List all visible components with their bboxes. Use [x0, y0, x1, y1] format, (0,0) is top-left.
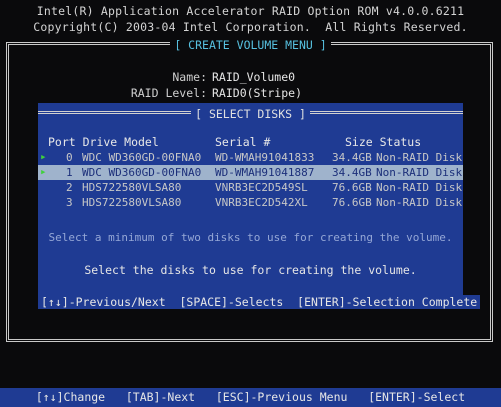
disk-row-highlighted[interactable]: ▸ 1 WDC WD360GD-00FNA0 WD-WMAH91041887 3… — [38, 165, 463, 180]
copyright-line: Copyright(C) 2003-04 Intel Corporation. … — [33, 20, 468, 34]
col-size-status: Size Status — [345, 135, 422, 149]
panel-key-help: [↑↓]-Previous/Next [SPACE]-Selects [ENTE… — [38, 295, 481, 309]
panel-keys-bar: [↑↓]-Previous/Next [SPACE]-Selects [ENTE… — [38, 291, 481, 310]
disk-port: 0 — [66, 151, 73, 164]
disk-port: 1 — [66, 166, 73, 179]
create-volume-title: [ CREATE VOLUME MENU ] — [170, 38, 331, 52]
disk-list: ▸ 0 WDC WD360GD-00FNA0 WD-WMAH91041833 3… — [38, 150, 463, 210]
disk-model: HDS722580VLSA80 — [82, 181, 182, 194]
raid-level-value[interactable]: RAID0(Stripe) — [212, 86, 302, 100]
disk-status: Non-RAID Disk — [376, 196, 463, 209]
disk-row[interactable]: 3 HDS722580VLSA80 VNRB3EC2D542XL 76.6GB … — [38, 195, 463, 210]
raid-level-label: RAID Level: — [130, 86, 207, 100]
disk-model: WDC WD360GD-00FNA0 — [82, 151, 202, 164]
col-serial: Serial # — [215, 135, 271, 149]
select-disks-instruction: Select the disks to use for creating the… — [84, 263, 417, 277]
disk-size: 76.6GB — [332, 181, 372, 194]
create-volume-title-bar: [ CREATE VOLUME MENU ] — [0, 34, 501, 53]
disk-serial: WD-WMAH91041887 — [215, 166, 315, 179]
rom-title: Intel(R) Application Accelerator RAID Op… — [36, 4, 465, 18]
name-label: Name: — [172, 70, 207, 84]
disk-size: 76.6GB — [332, 196, 372, 209]
col-port-drive-model: Port Drive Model — [48, 135, 159, 149]
disk-model: HDS722580VLSA80 — [82, 196, 182, 209]
select-disks-title-bar: [ SELECT DISKS ] — [38, 103, 463, 122]
selected-marker-icon: ▸ — [40, 150, 47, 163]
disk-serial: VNRB3EC2D542XL — [215, 196, 308, 209]
disk-port: 2 — [66, 181, 73, 194]
disk-size: 34.4GB — [332, 166, 372, 179]
selected-marker-icon: ▸ — [40, 165, 47, 178]
disk-port: 3 — [66, 196, 73, 209]
disk-serial: VNRB3EC2D549SL — [215, 181, 308, 194]
select-disks-panel: [ SELECT DISKS ] Port Drive Model Serial… — [38, 103, 481, 310]
minimum-disks-hint: Select a minimum of two disks to use for… — [48, 231, 453, 244]
disk-model: WDC WD360GD-00FNA0 — [82, 166, 202, 179]
disk-row[interactable]: 2 HDS722580VLSA80 VNRB3EC2D549SL 76.6GB … — [38, 180, 463, 195]
bios-screen: Intel(R) Application Accelerator RAID Op… — [0, 0, 501, 407]
disk-status: Non-RAID Disk — [376, 181, 463, 194]
disk-serial: WD-WMAH91041833 — [215, 151, 315, 164]
disk-status: Non-RAID Disk — [376, 166, 463, 179]
disk-status: Non-RAID Disk — [376, 151, 463, 164]
disk-row[interactable]: ▸ 0 WDC WD360GD-00FNA0 WD-WMAH91041833 3… — [38, 150, 463, 165]
right-side-strip — [463, 218, 501, 343]
select-disks-title: [ SELECT DISKS ] — [191, 107, 310, 121]
bottom-key-bar: [↑↓]Change [TAB]-Next [ESC]-Previous Men… — [0, 388, 501, 407]
disk-size: 34.4GB — [332, 151, 372, 164]
name-value[interactable]: RAID_Volume0 — [212, 70, 295, 84]
